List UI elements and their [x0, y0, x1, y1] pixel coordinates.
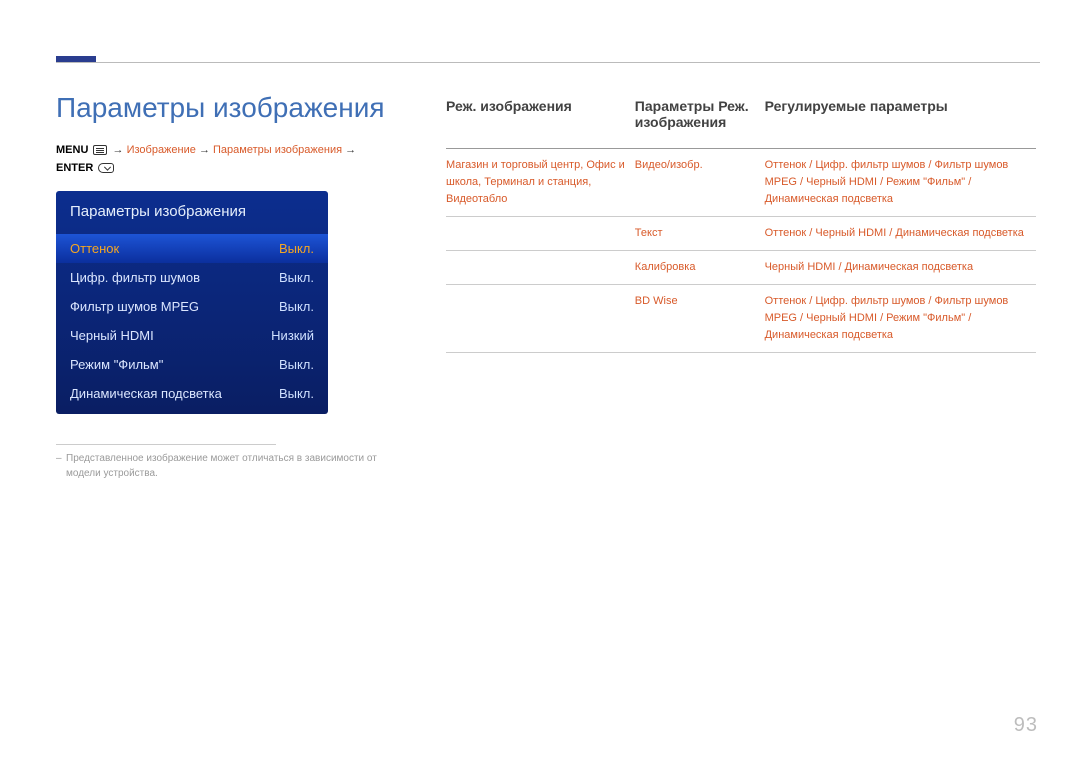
table-row: ТекстОттенок / Черный HDMI / Динамическа… [446, 217, 1036, 251]
table-cell: Магазин и торговый центр, Офис и школа, … [446, 149, 635, 217]
osd-panel: Параметры изображения ОттенокВыкл.Цифр. … [56, 191, 328, 414]
osd-row-value: Выкл. [279, 357, 314, 372]
osd-row[interactable]: Черный HDMI Низкий [56, 321, 328, 350]
table-cell: Оттенок / Цифр. фильтр шумов / Фильтр шу… [765, 149, 1036, 217]
osd-row-label: Фильтр шумов MPEG [70, 299, 199, 314]
osd-row-label: Цифр. фильтр шумов [70, 270, 200, 285]
table-cell [446, 251, 635, 285]
arrow: → [199, 144, 210, 156]
footnote-text: Представленное изображение может отличат… [56, 451, 386, 481]
table-header-col1: Реж. изображения [446, 92, 635, 149]
top-rule [56, 62, 1040, 63]
table-cell: Оттенок / Черный HDMI / Динамическая под… [765, 217, 1036, 251]
table-row: КалибровкаЧерный HDMI / Динамическая под… [446, 251, 1036, 285]
osd-row[interactable]: Оттенок Выкл. [56, 234, 328, 263]
arrow: → [345, 144, 356, 156]
osd-row[interactable]: Фильтр шумов MPEG Выкл. [56, 292, 328, 321]
right-column: Реж. изображения Параметры Реж. изображе… [446, 92, 1036, 353]
menu-icon [93, 145, 107, 155]
osd-row-label: Режим "Фильм" [70, 357, 163, 372]
arrow: → [113, 144, 124, 156]
breadcrumb-part-1: Изображение [127, 144, 196, 156]
params-table: Реж. изображения Параметры Реж. изображе… [446, 92, 1036, 353]
left-column: Параметры изображения MENU → Изображение… [56, 92, 386, 481]
enter-icon [98, 163, 114, 173]
table-row: Магазин и торговый центр, Офис и школа, … [446, 149, 1036, 217]
table-header-col2: Параметры Реж. изображения [635, 92, 765, 149]
osd-row-label: Оттенок [70, 241, 119, 256]
osd-row-value: Выкл. [279, 386, 314, 401]
breadcrumb: MENU → Изображение → Параметры изображен… [56, 142, 386, 177]
page-body: Параметры изображения MENU → Изображение… [56, 92, 1036, 481]
osd-title: Параметры изображения [56, 191, 328, 234]
breadcrumb-part-2: Параметры изображения [213, 144, 342, 156]
osd-row-value: Выкл. [279, 299, 314, 314]
table-cell: Текст [635, 217, 765, 251]
table-cell [446, 285, 635, 353]
osd-row[interactable]: Динамическая подсветка Выкл. [56, 379, 328, 408]
table-cell: BD Wise [635, 285, 765, 353]
table-cell: Калибровка [635, 251, 765, 285]
table-row: BD WiseОттенок / Цифр. фильтр шумов / Фи… [446, 285, 1036, 353]
osd-row-value: Низкий [271, 328, 314, 343]
osd-row[interactable]: Режим "Фильм" Выкл. [56, 350, 328, 379]
osd-row-label: Динамическая подсветка [70, 386, 222, 401]
table-cell: Видео/изобр. [635, 149, 765, 217]
osd-row-value: Выкл. [279, 270, 314, 285]
breadcrumb-enter: ENTER [56, 162, 93, 174]
osd-row[interactable]: Цифр. фильтр шумов Выкл. [56, 263, 328, 292]
osd-row-value: Выкл. [279, 241, 314, 256]
page-title: Параметры изображения [56, 92, 386, 124]
table-cell [446, 217, 635, 251]
breadcrumb-menu: MENU [56, 144, 88, 156]
osd-row-label: Черный HDMI [70, 328, 154, 343]
table-header-col3: Регулируемые параметры [765, 92, 1036, 149]
table-cell: Черный HDMI / Динамическая подсветка [765, 251, 1036, 285]
page-number: 93 [1014, 714, 1038, 737]
footnote-rule [56, 444, 276, 445]
table-cell: Оттенок / Цифр. фильтр шумов / Фильтр шу… [765, 285, 1036, 353]
